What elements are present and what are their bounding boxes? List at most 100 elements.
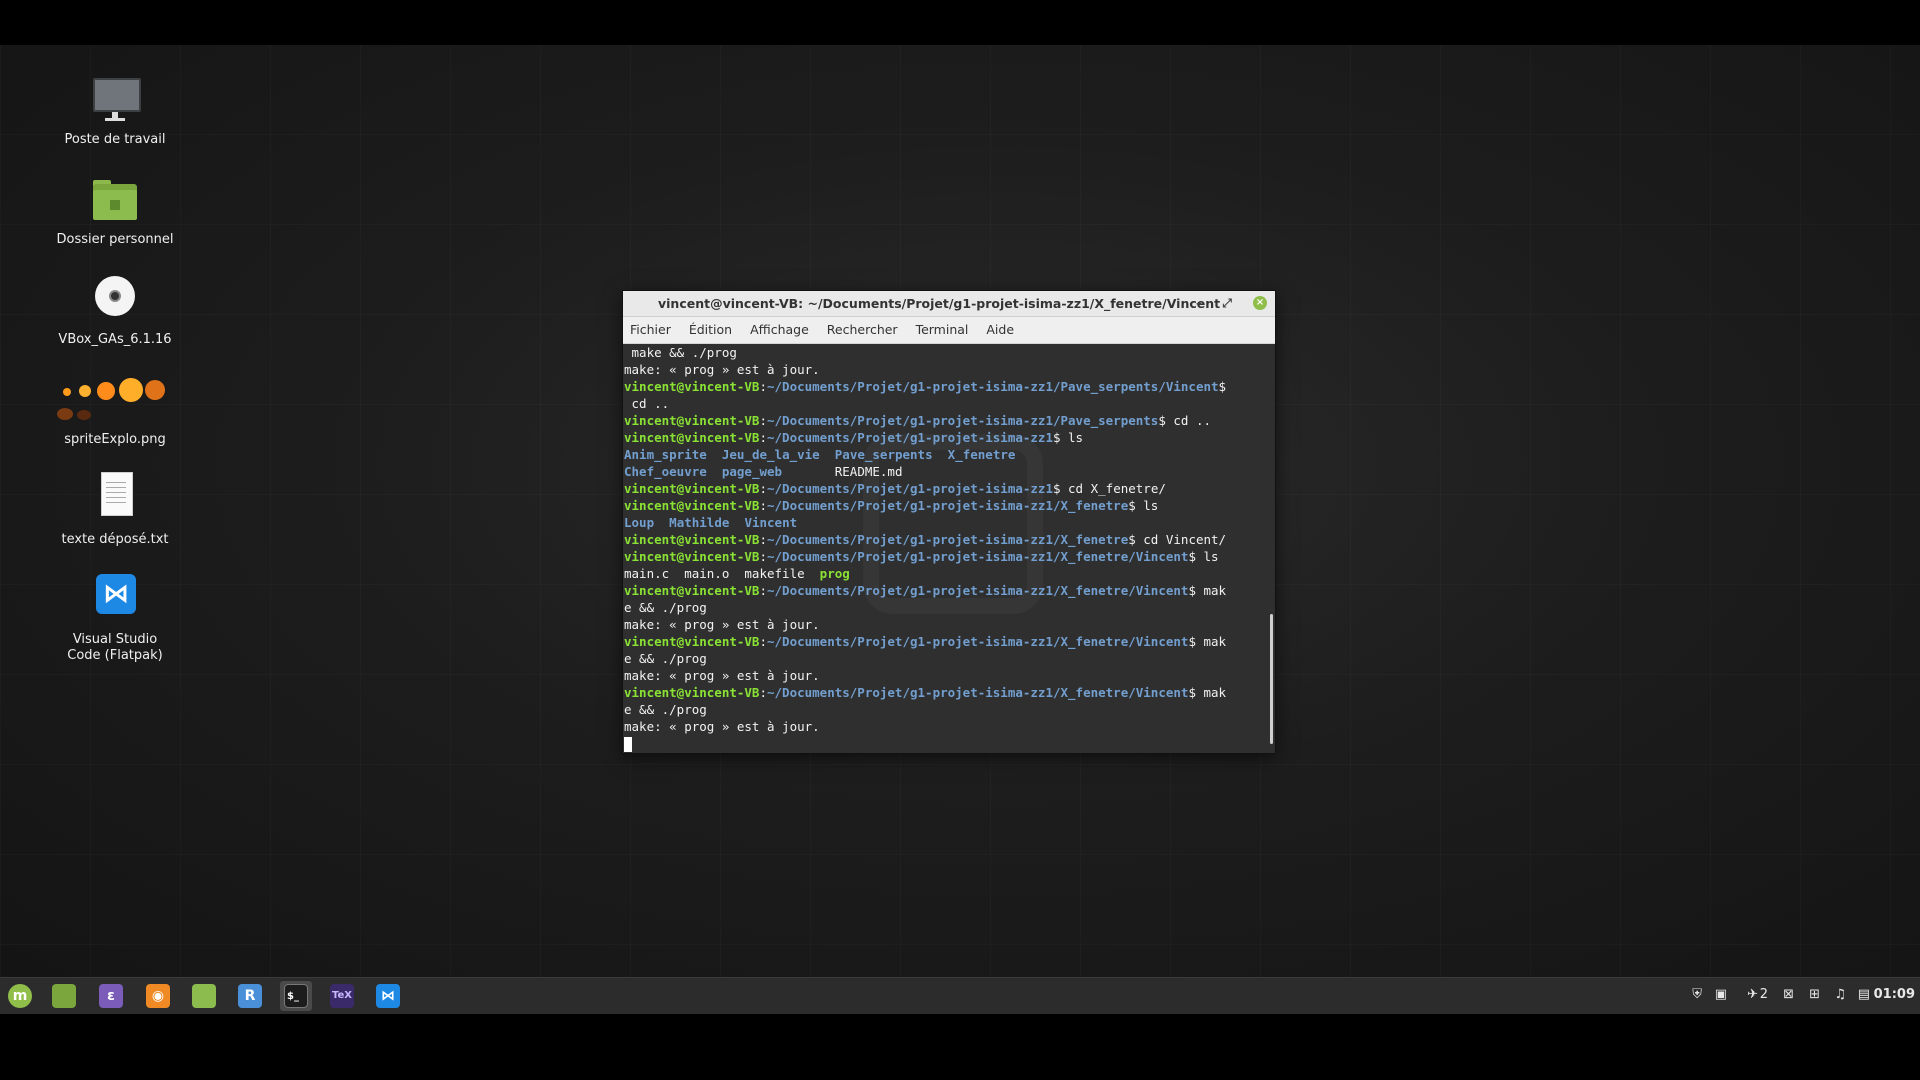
terminal-text: e && ./prog (624, 651, 707, 666)
taskbar-vscode[interactable]: ⋈ (372, 981, 404, 1011)
terminal-text: $ ls (1052, 430, 1084, 445)
directory-entry: Pave_serpents (834, 447, 933, 462)
menu-rechercher[interactable]: Rechercher (827, 322, 898, 337)
desktop-icon-vbox-disc[interactable]: VBox_GAs_6.1.16 (45, 270, 185, 348)
terminal-line: Anim_sprite Jeu_de_la_vie Pave_serpents … (624, 446, 1226, 463)
text-file-icon (83, 470, 147, 528)
desktop-icon-label: texte déposé.txt (61, 532, 169, 547)
terminal-line: vincent@vincent-VB:~/Documents/Projet/g1… (624, 633, 1226, 650)
prompt-path: ~/Documents/Projet/g1-projet-isima-zz1 (767, 430, 1053, 445)
menu-fichier[interactable]: Fichier (630, 322, 671, 337)
desktop-icon-text-file[interactable]: texte déposé.txt (45, 470, 185, 548)
prompt-path: ~/Documents/Projet/g1-projet-isima-zz1/X… (767, 498, 1129, 513)
prompt-user: vincent@vincent-VB (624, 532, 760, 547)
terminal-line: Loup Mathilde Vincent (624, 514, 1226, 531)
terminal-text: $ ls (1188, 549, 1219, 564)
desktop-icon-label: VBox_GAs_6.1.16 (58, 332, 172, 347)
menu-affichage[interactable]: Affichage (750, 322, 809, 337)
prompt-path: ~/Documents/Projet/g1-projet-isima-zz1/X… (767, 634, 1189, 649)
taskbar: m ε ◉ R $_ TeX ⋈ ⛨ ▣ ✈ 2 ⊠ ⊞ ♫ ▤ 01:09 (0, 977, 1920, 1014)
vscode-icon: ⋈ (83, 570, 147, 628)
r-icon: R (238, 984, 262, 1008)
taskbar-firefox[interactable]: ◉ (142, 981, 174, 1011)
text-cursor (624, 737, 632, 752)
terminal-text: make: « prog » est à jour. (624, 617, 820, 632)
terminal-text: cd .. (624, 396, 670, 411)
desktop-icon-sprite-png[interactable]: spriteExplo.png (45, 370, 185, 448)
terminal-line: vincent@vincent-VB:~/Documents/Projet/g1… (624, 497, 1226, 514)
taskbar-show-desktop[interactable] (48, 981, 80, 1011)
taskbar-emacs[interactable]: ε (95, 981, 127, 1011)
terminal-text: $ mak (1188, 634, 1227, 649)
terminal-line: make: « prog » est à jour. (624, 718, 1226, 735)
terminal-input-line[interactable] (624, 735, 1226, 752)
taskbar-rstudio[interactable]: R (234, 981, 266, 1011)
network-icon[interactable]: ⊞ (1809, 987, 1820, 1002)
terminal-text: : (759, 634, 767, 649)
maximize-button[interactable]: ⤢ (1217, 291, 1237, 316)
notifications-icon[interactable]: ✈ (1747, 987, 1758, 1002)
prompt-path: ~/Documents/Projet/g1-projet-isima-zz1/X… (767, 549, 1189, 564)
terminal-text: : (759, 685, 767, 700)
vscode-icon: ⋈ (376, 984, 400, 1008)
directory-entry: Loup (624, 515, 655, 530)
prompt-user: vincent@vincent-VB (624, 583, 760, 598)
taskbar-terminal[interactable]: $_ (280, 981, 312, 1011)
terminal-text: make && ./prog (624, 345, 737, 360)
shield-icon[interactable]: ⛨ (1692, 987, 1702, 1002)
emacs-icon: ε (99, 984, 123, 1008)
terminal-line: vincent@vincent-VB:~/Documents/Projet/g1… (624, 582, 1226, 599)
taskbar-files[interactable] (188, 981, 220, 1011)
terminal-line: e && ./prog (624, 701, 1226, 718)
directory-entry: Anim_sprite (624, 447, 707, 462)
sound-icon[interactable]: ♫ (1834, 987, 1846, 1002)
terminal-text: $ mak (1188, 685, 1227, 700)
menu-aide[interactable]: Aide (986, 322, 1014, 337)
system-tray: ⛨ ▣ ✈ 2 ⊠ ⊞ ♫ ▤ 01:09 (1660, 978, 1920, 1014)
terminal-scrollbar[interactable] (1270, 614, 1273, 744)
clock[interactable]: 01:09 (1874, 987, 1915, 1002)
menu-edition[interactable]: Édition (689, 322, 732, 337)
minimize-button[interactable]: – (1189, 291, 1209, 316)
prompt-path: ~/Documents/Projet/g1-projet-isima-zz1/P… (767, 379, 1219, 394)
desktop-icon-label: Dossier personnel (56, 232, 174, 247)
terminal-titlebar[interactable]: vincent@vincent-VB: ~/Documents/Projet/g… (623, 291, 1275, 317)
computer-icon (83, 70, 147, 128)
desktop-icon-vscode[interactable]: ⋈ Visual Studio Code (Flatpak) (45, 570, 185, 664)
terminal-menubar: Fichier Édition Affichage Rechercher Ter… (623, 317, 1275, 344)
taskbar-texmaker[interactable]: TeX (326, 981, 358, 1011)
update-manager-icon[interactable]: ⊠ (1783, 987, 1794, 1002)
terminal-line: e && ./prog (624, 599, 1226, 616)
prompt-user: vincent@vincent-VB (624, 634, 760, 649)
terminal-window[interactable]: vincent@vincent-VB: ~/Documents/Projet/g… (623, 291, 1275, 753)
prompt-user: vincent@vincent-VB (624, 481, 760, 496)
firefox-icon: ◉ (146, 984, 170, 1008)
terminal-line: make: « prog » est à jour. (624, 361, 1226, 378)
prompt-user: vincent@vincent-VB (624, 685, 760, 700)
taskbar-menu-button[interactable]: m (4, 981, 36, 1011)
terminal-line: vincent@vincent-VB:~/Documents/Projet/g1… (624, 531, 1226, 548)
terminal-icon: $_ (284, 984, 308, 1008)
workspace-count: 2 (1759, 987, 1768, 1002)
terminal-line: vincent@vincent-VB:~/Documents/Projet/g1… (624, 378, 1226, 395)
menu-terminal[interactable]: Terminal (916, 322, 969, 337)
terminal-text: e && ./prog (624, 600, 707, 615)
clipboard-icon[interactable]: ▣ (1715, 987, 1727, 1002)
directory-entry: Vincent (744, 515, 798, 530)
terminal-text: : (759, 379, 767, 394)
desktop-icon-computer[interactable]: Poste de travail (45, 70, 185, 148)
prompt-path: ~/Documents/Projet/g1-projet-isima-zz1 (767, 481, 1053, 496)
desktop-icon-home-folder[interactable]: Dossier personnel (45, 170, 185, 248)
terminal-text: make: « prog » est à jour. (624, 668, 820, 683)
close-button[interactable]: × (1253, 296, 1267, 310)
prompt-path: ~/Documents/Projet/g1-projet-isima-zz1/X… (767, 685, 1189, 700)
terminal-output[interactable]: make && ./prog make: « prog » est à jour.… (623, 344, 1275, 753)
desktop-icon-label: Poste de travail (64, 132, 166, 147)
terminal-text: README.md (782, 464, 903, 479)
prompt-path: ~/Documents/Projet/g1-projet-isima-zz1/X… (767, 583, 1189, 598)
terminal-text: $ cd Vincent/ (1128, 532, 1227, 547)
battery-icon[interactable]: ▤ (1858, 987, 1870, 1002)
